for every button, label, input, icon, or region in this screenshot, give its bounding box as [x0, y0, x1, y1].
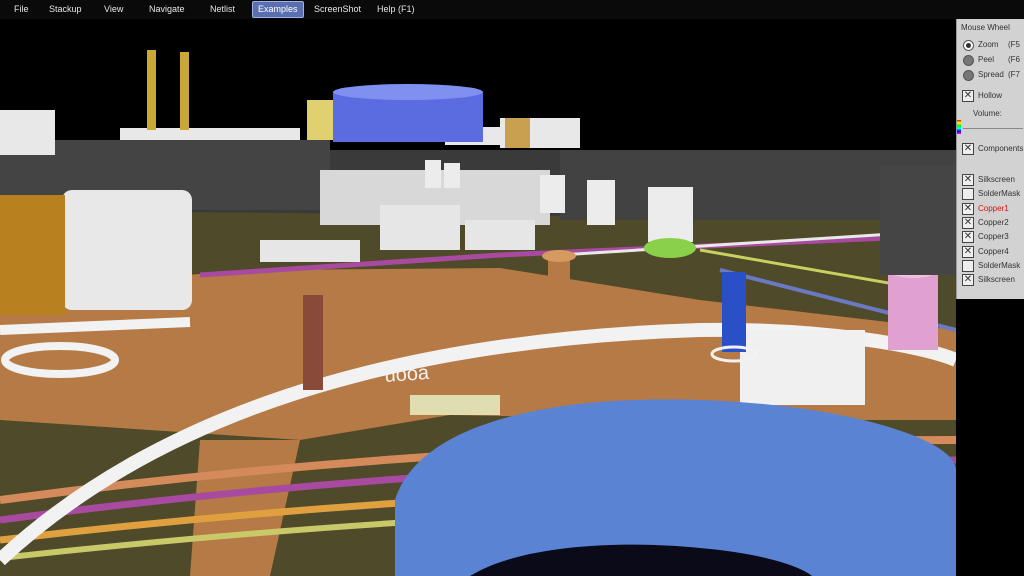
- components-label: Components: [978, 144, 1024, 153]
- layer-label[interactable]: Silkscreen: [978, 275, 1015, 284]
- mouse-wheel-title: Mouse Wheel: [961, 23, 1010, 32]
- menu-bar: File Stackup View Navigate Netlist Examp…: [0, 0, 1024, 19]
- menu-examples[interactable]: Examples: [252, 1, 304, 18]
- layer-label[interactable]: Copper3: [978, 232, 1009, 241]
- menu-view[interactable]: View: [99, 2, 128, 17]
- via-pad: [644, 238, 696, 258]
- layer-checkbox[interactable]: [962, 202, 974, 215]
- panel-divider: [963, 128, 1023, 129]
- header-pin: [180, 52, 189, 130]
- layer-checkbox[interactable]: [962, 274, 974, 287]
- volume-label: Volume:: [973, 109, 1002, 118]
- peel-key: (F6: [1008, 55, 1020, 64]
- via-top: [542, 250, 576, 262]
- spread-label: Spread: [978, 70, 1004, 79]
- components-checkbox[interactable]: [962, 143, 974, 155]
- hollow-checkbox[interactable]: [962, 90, 974, 102]
- layer-label[interactable]: SolderMask: [978, 261, 1020, 270]
- smd-component: [740, 330, 865, 405]
- component-pillar: [425, 160, 441, 188]
- header-pin: [147, 50, 156, 130]
- layer-checkbox[interactable]: [962, 174, 974, 186]
- menu-stackup[interactable]: Stackup: [44, 2, 87, 17]
- menu-netlist[interactable]: Netlist: [205, 2, 240, 17]
- component-pillar: [587, 180, 615, 225]
- layer-checkbox[interactable]: [962, 231, 974, 244]
- smd-component: [465, 220, 535, 250]
- menu-navigate[interactable]: Navigate: [144, 2, 190, 17]
- 3d-board-viewport[interactable]: uooa: [0, 19, 956, 576]
- via: [722, 272, 746, 352]
- hollow-label: Hollow: [978, 91, 1003, 100]
- menu-help[interactable]: Help (F1): [372, 2, 420, 17]
- zoom-radio[interactable]: [963, 40, 974, 51]
- volume-color-bar[interactable]: [957, 120, 961, 134]
- smd-component: [62, 190, 192, 310]
- smd-pad: [410, 395, 500, 415]
- component-pillar: [540, 175, 565, 213]
- zoom-key: (F5: [1008, 40, 1020, 49]
- ic-package: [880, 165, 956, 275]
- layer-label[interactable]: Silkscreen: [978, 175, 1015, 184]
- connector: [307, 100, 333, 140]
- layer-label[interactable]: Copper1: [978, 204, 1009, 213]
- spread-key: (F7: [1008, 70, 1020, 79]
- smd-component: [0, 110, 55, 155]
- via: [303, 295, 323, 390]
- smd-component: [260, 240, 360, 262]
- layer-label[interactable]: Copper4: [978, 247, 1009, 256]
- layer-checkbox[interactable]: [962, 188, 974, 201]
- layer-checkbox[interactable]: [962, 245, 974, 258]
- layer-label[interactable]: Copper2: [978, 218, 1009, 227]
- layer-checkbox[interactable]: [962, 259, 974, 272]
- zoom-label: Zoom: [978, 40, 999, 49]
- component-pillar: [444, 163, 460, 188]
- peel-radio[interactable]: [963, 55, 974, 66]
- spread-radio[interactable]: [963, 70, 974, 81]
- menu-screenshot[interactable]: ScreenShot: [309, 2, 366, 17]
- layer-label[interactable]: SolderMask: [978, 189, 1020, 198]
- smd-component: [380, 205, 460, 250]
- via: [548, 255, 570, 305]
- control-panel: Mouse Wheel Zoom (F5 Peel (F6 Spread (F7…: [956, 19, 1024, 299]
- peel-label: Peel: [978, 55, 995, 64]
- smd-component: [0, 195, 65, 315]
- capacitor-top: [333, 84, 483, 100]
- via: [888, 270, 938, 350]
- silk-text: uooa: [384, 362, 431, 387]
- menu-file[interactable]: File: [9, 2, 34, 17]
- component-pillar: [648, 187, 693, 242]
- layer-checkbox[interactable]: [962, 216, 974, 229]
- smd-component: [505, 118, 530, 148]
